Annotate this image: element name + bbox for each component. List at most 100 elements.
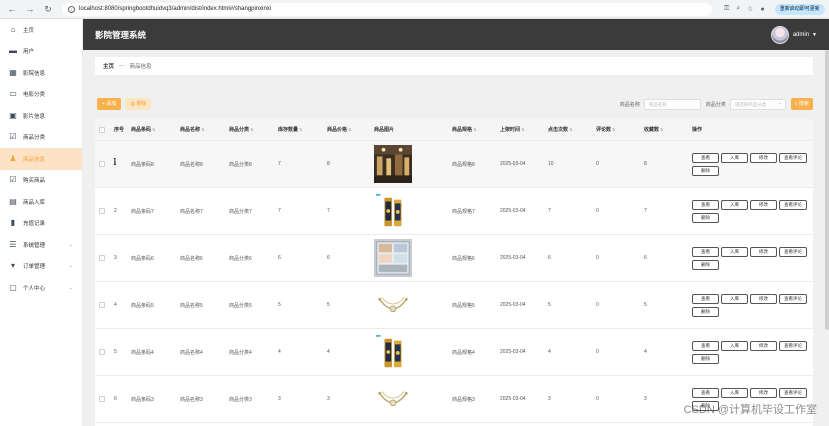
view-button[interactable]: 查看 [692,152,719,163]
column-header[interactable]: 商品条码⇅ [131,126,180,133]
relaunch-button[interactable]: 重新启动即可更新 [774,3,825,15]
column-header: 操作 [692,126,812,133]
search-button[interactable]: ⌕ 搜索 [790,98,813,110]
row-checkbox[interactable] [99,208,105,214]
stock-in-button[interactable]: 入库 [721,387,748,398]
view-comments-button[interactable]: 查看评论 [779,293,807,304]
delete-row-button[interactable]: 删除 [692,165,719,176]
column-header[interactable]: 商品价格⇅ [327,126,374,133]
edit-button[interactable]: 修改 [750,199,777,210]
sidebar-item-11[interactable]: ☰ 系统管理 ⌄ [0,234,82,256]
delete-button[interactable]: ▥ 删除 [125,98,152,110]
table-cell-no: 4 [114,302,117,308]
row-checkbox[interactable] [99,255,105,261]
folder-icon: ▭ [9,89,17,99]
edit-button[interactable]: 修改 [750,293,777,304]
column-header[interactable]: 点击次数⇅ [548,126,596,133]
row-checkbox[interactable] [99,302,105,308]
column-header[interactable]: 上架时间⇅ [500,126,548,133]
name-input[interactable]: 商品名称 [643,98,701,110]
row-checkbox[interactable] [99,349,105,355]
edit-button[interactable]: 修改 [750,340,777,351]
delete-row-button[interactable]: 删除 [692,353,719,364]
column-header[interactable]: 收藏数⇅ [644,126,692,133]
column-header[interactable]: 评论数⇅ [596,126,644,133]
view-comments-button[interactable]: 查看评论 [779,152,807,163]
column-header-label: 商品规格 [452,127,473,133]
sidebar-item-3[interactable]: ▦ 影院信息 [0,62,82,84]
sidebar-item-9[interactable]: ▤ 商品入库 [0,191,82,213]
delete-row-button[interactable]: 删除 [692,259,719,270]
column-header[interactable]: 库存数量⇅ [278,126,327,133]
sort-icon[interactable]: ⇅ [348,127,351,132]
sidebar-item-13[interactable]: ▢ 个人中心 ⌄ [0,277,82,299]
delete-row-button[interactable]: 删除 [692,306,719,317]
column-header[interactable]: 商品分类⇅ [229,126,278,133]
avatar[interactable] [770,25,789,44]
stock-in-button[interactable]: 入库 [721,246,748,257]
category-select[interactable]: 请选择商品分类 [729,98,786,110]
view-comments-button[interactable]: 查看评论 [779,340,807,351]
sort-icon[interactable]: ⇅ [299,127,302,132]
key-icon[interactable]: ⚿ [724,5,729,13]
column-header[interactable]: 商品名称⇅ [180,126,229,133]
sort-icon[interactable]: ⇅ [569,127,572,132]
sidebar-item-12[interactable]: ▾ 订单管理 ⌄ [0,256,82,278]
edit-button[interactable]: 修改 [750,387,777,398]
sort-icon[interactable]: ⇅ [612,127,615,132]
view-button[interactable]: 查看 [692,246,719,257]
sidebar-item-label: 商品入库 [23,199,46,206]
sidebar-item-7[interactable]: ♟ 商品信息 [0,148,82,170]
sort-icon[interactable]: ⇅ [521,127,524,132]
caret-down-icon[interactable]: ▼ [812,32,817,38]
view-button[interactable]: 查看 [692,293,719,304]
view-comments-button[interactable]: 查看评论 [779,387,807,398]
row-checkbox[interactable] [99,396,105,402]
page-scrollbar[interactable] [825,50,829,330]
sidebar-item-2[interactable]: ▬ 用户 [0,41,82,63]
sidebar-item-4[interactable]: ▭ 电影分类 [0,84,82,106]
sidebar-item-6[interactable]: ☑ 商品分类 [0,127,82,149]
delete-row-button[interactable]: 删除 [692,212,719,223]
select-all-checkbox[interactable] [99,126,105,133]
sort-icon[interactable]: ⇅ [473,127,476,132]
sort-icon[interactable]: ⇅ [201,127,204,132]
profile-icon[interactable]: ● [761,6,765,13]
sidebar-item-10[interactable]: ▮ 充值记录 [0,213,82,235]
edit-button[interactable]: 修改 [750,246,777,257]
sort-icon[interactable]: ⇅ [250,127,253,132]
stock-in-button[interactable]: 入库 [721,199,748,210]
stock-in-button[interactable]: 入库 [721,293,748,304]
stock-in-button[interactable]: 入库 [721,152,748,163]
back-icon[interactable]: ← [6,3,18,15]
username[interactable]: admin [793,32,809,38]
zoom-icon[interactable]: ⌕ [736,5,740,13]
table-cell-comments: 0 [596,208,599,214]
view-button[interactable]: 查看 [692,199,719,210]
table-cell-comments: 0 [596,255,599,261]
add-button[interactable]: + 添加 [97,98,122,110]
sidebar-item-1[interactable]: ⌂ 主页 [0,19,82,41]
sort-icon[interactable]: ⇅ [152,127,155,132]
sidebar-item-8[interactable]: ☑ 购买商品 [0,170,82,192]
row-checkbox[interactable] [99,161,105,167]
table-row: 1 商品条码8 商品名称8 商品分类8 7 8 商品规格8 2025-03-04 10 0 8 查看入… [95,141,813,188]
info-icon[interactable]: i [68,5,75,13]
star-icon[interactable]: ☆ [747,5,753,13]
breadcrumb-home[interactable]: 主页 [103,62,114,70]
table-cell-clicks: 5 [548,302,551,308]
user-menu[interactable]: admin ▼ [770,25,817,44]
view-comments-button[interactable]: 查看评论 [779,199,807,210]
view-button[interactable]: 查看 [692,387,719,398]
view-comments-button[interactable]: 查看评论 [779,246,807,257]
reload-icon[interactable]: ↻ [42,3,54,15]
column-header[interactable]: 商品规格⇅ [452,126,500,133]
sort-icon[interactable]: ⇅ [660,127,663,132]
view-button[interactable]: 查看 [692,340,719,351]
edit-button[interactable]: 修改 [750,152,777,163]
stock-in-button[interactable]: 入库 [721,340,748,351]
forward-icon[interactable]: → [24,3,36,15]
sidebar-item-5[interactable]: ▣ 影片信息 [0,105,82,127]
table-cell-ops: 查看 入库 修改 查看评论删除 [692,340,812,364]
address-bar[interactable]: i localhost:8080/springbootdhuidvq3/admi… [62,2,712,16]
